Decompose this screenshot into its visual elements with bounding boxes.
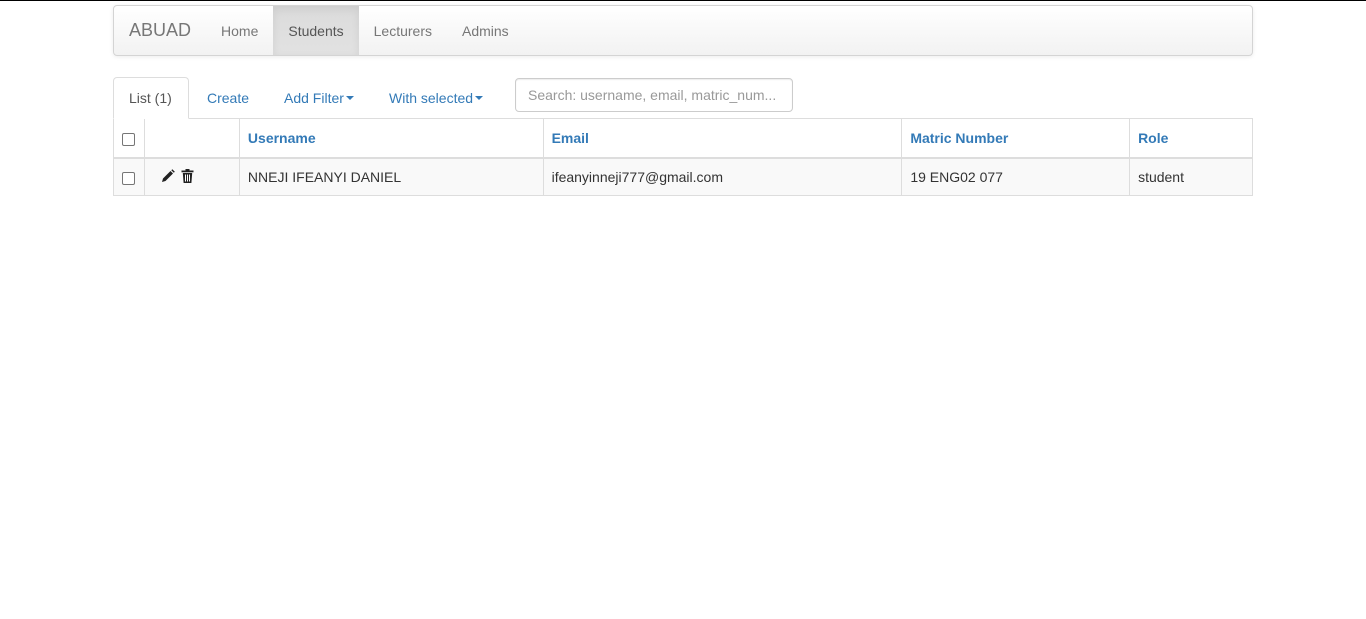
tab-with-selected-label: With selected [389, 90, 474, 106]
column-header-email[interactable]: Email [542, 118, 903, 159]
table-row: NNEJI IFEANYI DANIEL ifeanyinneji777@gma… [113, 157, 1253, 196]
search-input[interactable] [515, 78, 793, 112]
top-navbar: ABUAD Home Students Lecturers Admins [113, 5, 1253, 56]
row-checkbox[interactable] [122, 171, 135, 185]
actions-header [143, 118, 240, 159]
tab-add-filter-label: Add Filter [284, 90, 344, 106]
caret-down-icon [475, 96, 484, 100]
pencil-icon[interactable] [161, 168, 175, 186]
column-header-matric-number[interactable]: Matric Number [901, 118, 1131, 159]
nav-item-admins[interactable]: Admins [447, 6, 524, 55]
top-rule [0, 0, 1366, 1]
tab-create[interactable]: Create [192, 77, 264, 119]
tab-add-filter[interactable]: Add Filter [269, 77, 369, 119]
tab-create-label: Create [207, 90, 250, 106]
trash-icon[interactable] [181, 168, 194, 186]
cell-username: NNEJI IFEANYI DANIEL [238, 157, 544, 196]
column-header-role[interactable]: Role [1129, 118, 1253, 159]
cell-role: student [1129, 157, 1253, 196]
nav-item-students[interactable]: Students [273, 6, 359, 55]
students-table: Username Email Matric Number Role NNEJI … [113, 118, 1253, 196]
select-all-checkbox[interactable] [122, 132, 135, 146]
caret-down-icon [345, 96, 354, 100]
tab-with-selected[interactable]: With selected [374, 77, 498, 119]
select-all-cell [113, 118, 145, 159]
row-actions [143, 157, 240, 196]
table-header-row: Username Email Matric Number Role [113, 118, 1253, 159]
cell-matric-number: 19 ENG02 077 [901, 157, 1131, 196]
brand-link[interactable]: ABUAD [114, 6, 206, 55]
row-select-cell [113, 157, 145, 196]
list-tabs: List (1) Create Add Filter With selected [113, 77, 1253, 119]
nav-item-home[interactable]: Home [206, 6, 273, 55]
column-header-username[interactable]: Username [238, 118, 544, 159]
cell-email: ifeanyinneji777@gmail.com [542, 157, 903, 196]
tab-list-label: List (1) [129, 90, 172, 106]
tab-list[interactable]: List (1) [113, 77, 189, 119]
nav-item-lecturers[interactable]: Lecturers [359, 6, 447, 55]
